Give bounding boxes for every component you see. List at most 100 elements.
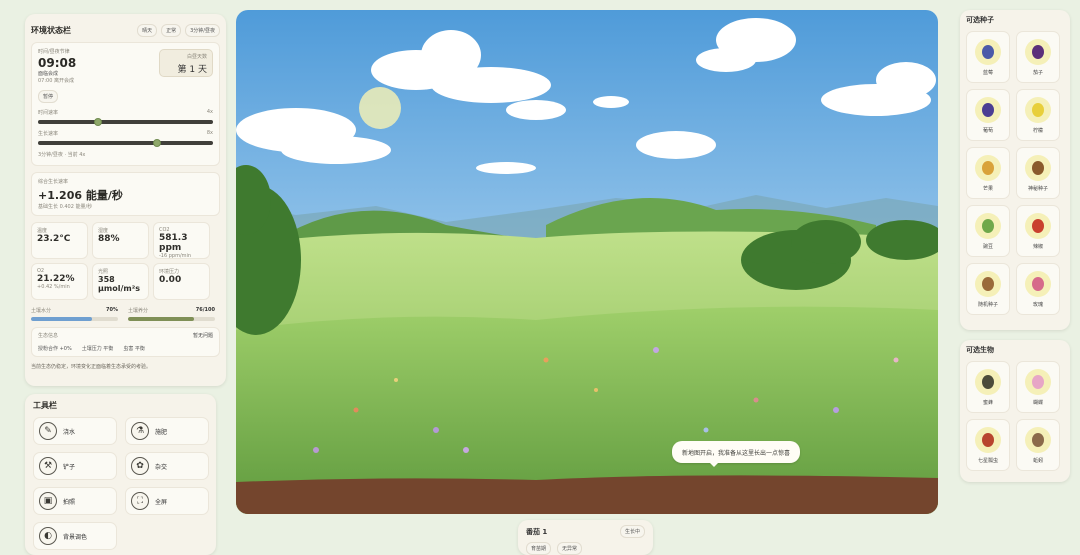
ecology-card: 生态信息 暂无问题 授粉合作 +0% 土壤压力 平衡 虫害 平衡 bbox=[31, 327, 220, 357]
fullscreen-icon: ⛶ bbox=[131, 492, 149, 510]
metric-value: 358 μmol/m²s bbox=[98, 275, 140, 293]
soil-water-bar bbox=[31, 317, 118, 321]
seed-card[interactable]: 随机种子 bbox=[966, 263, 1010, 315]
slider-track[interactable] bbox=[38, 139, 213, 147]
grape-shape bbox=[982, 102, 994, 117]
pause-button[interactable]: 暂停 bbox=[38, 90, 59, 103]
day-value: 第 1 天 bbox=[177, 65, 207, 75]
metric-label: 环境压力 bbox=[159, 269, 180, 275]
tool-label: 拍照 bbox=[63, 498, 76, 506]
creature-card[interactable]: 蜜蜂 bbox=[966, 361, 1010, 413]
eggplant-icon bbox=[1025, 38, 1051, 65]
seed-card[interactable]: 豌豆 bbox=[966, 205, 1010, 257]
mango-shape bbox=[982, 160, 994, 175]
weather-button[interactable]: 晴天 bbox=[137, 23, 158, 37]
bar-fill bbox=[31, 317, 92, 321]
butterfly-shape bbox=[1032, 374, 1044, 389]
soil-bars: 土壤水分 70% 土壤养分 76/100 bbox=[31, 307, 220, 321]
chili-icon bbox=[1025, 212, 1051, 239]
garden-canvas[interactable]: 新地图开启，我准备从这里长出一点惊喜 bbox=[236, 10, 938, 514]
seed-card[interactable]: 葡萄 bbox=[966, 89, 1010, 141]
tool-camera-button[interactable]: ▣ 拍照 bbox=[33, 487, 117, 515]
metric-pressure: 环境压力 0.00 bbox=[153, 263, 210, 300]
seeds-title: 可选种子 bbox=[966, 16, 994, 24]
landscape-scene bbox=[236, 10, 938, 514]
lemon-icon bbox=[1025, 96, 1051, 123]
watering-can-icon: ✎ bbox=[39, 422, 57, 440]
seeds-panel: 可选种子 蓝莓 茄子葡萄 柠檬 芒果 神秘种子豌豆 辣椒随机种子 玫瑰 bbox=[960, 10, 1070, 330]
seed-card[interactable]: 芒果 bbox=[966, 147, 1010, 199]
creature-card[interactable]: 七星瓢虫 bbox=[966, 419, 1010, 471]
earthworm-shape bbox=[1032, 432, 1044, 447]
rose-icon bbox=[1025, 270, 1051, 297]
ecology-tag: 授粉合作 +0% bbox=[38, 346, 72, 352]
selected-action-button[interactable]: 生长中 bbox=[619, 525, 645, 538]
metric-o2: O2 21.22% +0.42 %/min bbox=[31, 263, 88, 300]
soil-nutrient-bar bbox=[128, 317, 215, 321]
blueberry-icon bbox=[975, 38, 1001, 65]
mode-button[interactable]: 正常 bbox=[161, 23, 182, 37]
growth-speed-slider[interactable]: 生长速率 8x bbox=[38, 130, 213, 147]
shovel-icon: ⚒ bbox=[39, 457, 57, 475]
chili-shape bbox=[1032, 218, 1044, 233]
seed-label: 豌豆 bbox=[982, 243, 993, 250]
metric-light: 光照 358 μmol/m²s bbox=[92, 263, 149, 300]
tool-label: 背景调色 bbox=[63, 533, 88, 541]
ecology-tag: 虫害 平衡 bbox=[123, 346, 145, 352]
tool-fullscreen-button[interactable]: ⛶ 全屏 bbox=[125, 487, 209, 515]
pea-shape bbox=[982, 218, 994, 233]
seed-label: 辣椒 bbox=[1032, 243, 1043, 250]
growth-card: 综合生长速率 +1.206 能量/秒 基础生长 0.402 能量/秒 bbox=[31, 172, 220, 216]
slider-value: 4x bbox=[206, 109, 213, 115]
slider-handle[interactable] bbox=[153, 139, 161, 147]
metric-label: 温度 bbox=[37, 228, 48, 234]
seed-card[interactable]: 神秘种子 bbox=[1016, 147, 1060, 199]
metrics-grid: 温度 23.2°C 湿度 88% CO2 581.3 ppm -16 ppm/m… bbox=[31, 222, 220, 300]
slider-handle[interactable] bbox=[93, 118, 102, 126]
creature-card[interactable]: 蚯蚓 bbox=[1016, 419, 1060, 471]
bar-label: 土壤水分 bbox=[31, 308, 52, 314]
seed-card[interactable]: 蓝莓 bbox=[966, 31, 1010, 83]
earthworm-icon bbox=[1025, 426, 1051, 453]
growth-value: +1.206 能量/秒 bbox=[38, 189, 123, 202]
palette-icon: ◐ bbox=[39, 527, 57, 545]
pea-icon bbox=[975, 212, 1001, 239]
tool-shovel-button[interactable]: ⚒ 铲子 bbox=[33, 452, 117, 480]
tool-fertilize-button[interactable]: ⚗ 施肥 bbox=[125, 417, 209, 445]
seed-card[interactable]: 柠檬 bbox=[1016, 89, 1060, 141]
tool-water-button[interactable]: ✎ 浇水 bbox=[33, 417, 117, 445]
creatures-title: 可选生物 bbox=[966, 346, 994, 354]
bar-value: 70% bbox=[106, 307, 118, 313]
cycle-button[interactable]: 3分钟/昼夜 bbox=[185, 23, 220, 37]
toolbar-panel: 工具栏 ✎ 浇水 ⚗ 施肥 ⚒ 铲子 ✿ 杂交 ▣ 拍照 ⛶ 全屏 ◐ 背景调色 bbox=[25, 394, 216, 555]
seed-label: 神秘种子 bbox=[1027, 185, 1048, 192]
grape-icon bbox=[975, 96, 1001, 123]
creatures-panel: 可选生物 蜜蜂 蝴蝶 七星瓢虫 蚯蚓 bbox=[960, 340, 1070, 482]
phase-sub: 07:00 离开会成 bbox=[38, 78, 74, 84]
butterfly-icon bbox=[1025, 368, 1051, 395]
speech-bubble: 新地图开启，我准备从这里长出一点惊喜 bbox=[672, 441, 801, 467]
tool-palette-button[interactable]: ◐ 背景调色 bbox=[33, 522, 117, 550]
seed-card[interactable]: 玫瑰 bbox=[1016, 263, 1060, 315]
bar-value: 76/100 bbox=[195, 307, 215, 313]
seed-label: 茄子 bbox=[1032, 69, 1043, 76]
mystery-seed-icon bbox=[1025, 154, 1051, 181]
creature-card[interactable]: 蝴蝶 bbox=[1016, 361, 1060, 413]
metric-value: 581.3 ppm bbox=[159, 233, 188, 253]
slider-track[interactable] bbox=[38, 118, 213, 126]
fertilizer-icon: ⚗ bbox=[131, 422, 149, 440]
creature-label: 蜜蜂 bbox=[982, 399, 993, 406]
environment-panel: 环境状态栏 晴天 正常 3分钟/昼夜 时间/昼夜节律 09:08 面临会成 07… bbox=[25, 14, 226, 386]
selected-tag: 育苗期 bbox=[526, 542, 552, 555]
time-card: 时间/昼夜节律 09:08 面临会成 07:00 离开会成 白昼天数 第 1 天… bbox=[31, 42, 220, 166]
tool-label: 全屏 bbox=[155, 498, 168, 506]
slider-label: 生长速率 bbox=[38, 131, 59, 137]
slider-label: 时间速率 bbox=[38, 110, 59, 116]
soil bbox=[236, 475, 938, 514]
selected-tag: 无异常 bbox=[557, 542, 583, 555]
ecology-tag: 土壤压力 平衡 bbox=[81, 346, 114, 352]
tool-hybrid-button[interactable]: ✿ 杂交 bbox=[125, 452, 209, 480]
seed-card[interactable]: 茄子 bbox=[1016, 31, 1060, 83]
seed-card[interactable]: 辣椒 bbox=[1016, 205, 1060, 257]
time-speed-slider[interactable]: 时间速率 4x bbox=[38, 109, 213, 126]
